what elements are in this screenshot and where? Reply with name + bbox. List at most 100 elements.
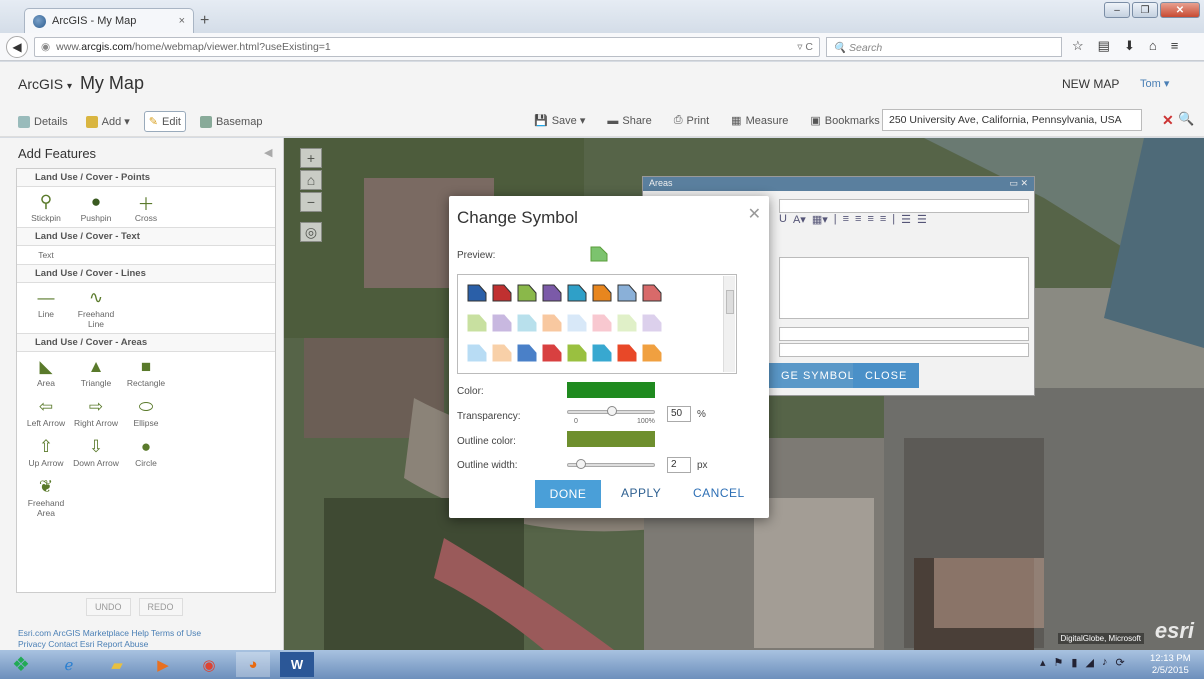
tray-arrow-icon[interactable]: ▴ (1040, 656, 1046, 669)
symbol-swatch[interactable] (641, 313, 663, 333)
basemap-button[interactable]: Basemap (196, 113, 266, 131)
new-map-button[interactable]: NEW MAP (1062, 77, 1119, 91)
media-player-icon[interactable]: ▶ (146, 652, 180, 677)
file-explorer-icon[interactable]: ▰ (100, 652, 134, 677)
symbol-swatch[interactable] (491, 343, 513, 363)
areas-field-2[interactable] (779, 327, 1029, 341)
symbol-swatch[interactable] (616, 343, 638, 363)
symbol-swatch[interactable] (541, 343, 563, 363)
share-button[interactable]: ▬ Share (603, 112, 655, 130)
areas-field-3[interactable] (779, 343, 1029, 357)
clear-search-icon[interactable]: ✕ (1162, 112, 1174, 129)
zoom-in-button[interactable]: + (300, 148, 322, 168)
symbol-swatch[interactable] (516, 313, 538, 333)
transparency-slider-handle[interactable] (607, 406, 617, 416)
template-down-arrow[interactable]: ⇩ Down Arrow (71, 436, 121, 468)
print-button[interactable]: ⎙ Print (670, 111, 713, 130)
menu-icon[interactable]: ≡ (1171, 38, 1179, 54)
template-text[interactable]: Text (21, 250, 71, 260)
symbol-swatch[interactable] (566, 313, 588, 333)
bookmarks-button[interactable]: ▣ Bookmarks (806, 111, 883, 130)
browser-tab[interactable]: ArcGIS - My Map × (24, 8, 194, 33)
back-button[interactable]: ◀ (6, 36, 28, 58)
locate-button[interactable]: ◎ (300, 222, 322, 242)
areas-description-field[interactable] (779, 257, 1029, 319)
start-button-icon[interactable]: ❖ (4, 652, 38, 677)
tray-flag-icon[interactable]: ⚑ (1054, 656, 1064, 669)
minimize-icon[interactable]: – (1104, 2, 1130, 18)
transparency-value-input[interactable]: 50 (667, 406, 691, 422)
symbol-swatch[interactable] (491, 283, 513, 303)
symbol-swatch[interactable] (466, 343, 488, 363)
symbol-swatch[interactable] (641, 343, 663, 363)
footer-line-2[interactable]: Privacy Contact Esri Report Abuse (18, 639, 201, 650)
template-up-arrow[interactable]: ⇧ Up Arrow (21, 436, 71, 468)
brand-name[interactable]: ArcGIS (18, 76, 63, 92)
close-popup-button[interactable]: CLOSE (853, 363, 920, 388)
reading-list-icon[interactable]: ▤ (1098, 38, 1110, 54)
symbol-swatch[interactable] (616, 283, 638, 303)
zoom-out-button[interactable]: − (300, 192, 322, 212)
outline-color-picker[interactable] (567, 431, 655, 447)
search-icon[interactable]: 🔍 (1178, 111, 1194, 127)
edit-button[interactable]: ✎ Edit (143, 111, 186, 132)
symbol-swatch[interactable] (566, 343, 588, 363)
outline-width-input[interactable]: 2 (667, 457, 691, 473)
symbol-swatch[interactable] (566, 283, 588, 303)
symbol-palette[interactable] (457, 274, 737, 374)
symbol-swatch[interactable] (591, 343, 613, 363)
apply-button[interactable]: APPLY (621, 486, 661, 500)
redo-button[interactable]: REDO (138, 598, 183, 616)
symbol-swatch[interactable] (616, 313, 638, 333)
areas-title-field[interactable] (779, 199, 1029, 213)
url-bar[interactable]: ◉ www.arcgis.com/home/webmap/viewer.html… (34, 37, 820, 57)
home-extent-button[interactable]: ⌂ (300, 170, 322, 190)
outline-width-slider-handle[interactable] (576, 459, 586, 469)
rich-text-toolbar[interactable]: U A▾ ▦▾ | ≡ ≡ ≡ ≡ | ☰ ☰ (779, 213, 927, 226)
symbol-swatch[interactable] (541, 283, 563, 303)
symbol-swatch[interactable] (491, 313, 513, 333)
tab-close-button[interactable]: × (179, 15, 185, 27)
new-tab-button[interactable]: + (200, 12, 209, 30)
symbol-swatch[interactable] (466, 283, 488, 303)
symbol-swatch[interactable] (541, 313, 563, 333)
brand-chevron-icon[interactable]: ▾ (67, 81, 72, 92)
collapse-panel-icon[interactable]: ◀ (264, 146, 272, 159)
symbol-swatch[interactable] (516, 283, 538, 303)
symbol-swatch[interactable] (641, 283, 663, 303)
footer-line-1[interactable]: Esri.com ArcGIS Marketplace Help Terms o… (18, 628, 201, 639)
template-area[interactable]: ◣ Area (21, 356, 71, 388)
template-rectangle[interactable]: ■ Rectangle (121, 356, 171, 388)
word-icon[interactable]: W (280, 652, 314, 677)
popup-window-icons[interactable]: ▭ ✕ (1009, 178, 1028, 190)
volume-icon[interactable]: ♪ (1102, 656, 1108, 669)
fill-color-picker[interactable] (567, 382, 655, 398)
add-button[interactable]: Add ▾ (82, 112, 134, 131)
done-button[interactable]: DONE (535, 480, 601, 508)
signal-icon[interactable]: ◢ (1085, 656, 1093, 669)
template-line[interactable]: — Line (21, 287, 71, 329)
template-circle[interactable]: ● Circle (121, 436, 171, 468)
template-left-arrow[interactable]: ⇦ Left Arrow (21, 396, 71, 428)
symbol-swatch[interactable] (466, 313, 488, 333)
network-icon[interactable]: ▮ (1071, 656, 1077, 669)
cancel-button[interactable]: CANCEL (693, 486, 745, 500)
template-stickpin[interactable]: ⚲ Stickpin (21, 191, 71, 223)
details-button[interactable]: Details (14, 113, 72, 131)
dialog-close-icon[interactable]: ✕ (748, 204, 761, 224)
home-icon[interactable]: ⌂ (1149, 38, 1157, 54)
sync-icon[interactable]: ⟳ (1115, 656, 1124, 669)
bookmark-star-icon[interactable]: ☆ (1072, 38, 1084, 54)
symbol-swatch[interactable] (516, 343, 538, 363)
maximize-icon[interactable]: ❐ (1132, 2, 1158, 18)
template-triangle[interactable]: ▲ Triangle (71, 356, 121, 388)
firefox-icon[interactable]: ◕ (236, 652, 270, 677)
palette-scrollbar[interactable] (723, 276, 735, 372)
template-cross[interactable]: ＋ Cross (121, 191, 171, 224)
template-ellipse[interactable]: ⬭ Ellipse (121, 396, 171, 428)
user-menu[interactable]: Tom ▾ (1140, 77, 1169, 90)
download-icon[interactable]: ⬇ (1124, 38, 1135, 54)
browser-search-input[interactable]: 🔍 Search (826, 37, 1062, 57)
template-right-arrow[interactable]: ⇨ Right Arrow (71, 396, 121, 428)
address-search-input[interactable]: 250 University Ave, California, Pennsylv… (882, 109, 1142, 131)
